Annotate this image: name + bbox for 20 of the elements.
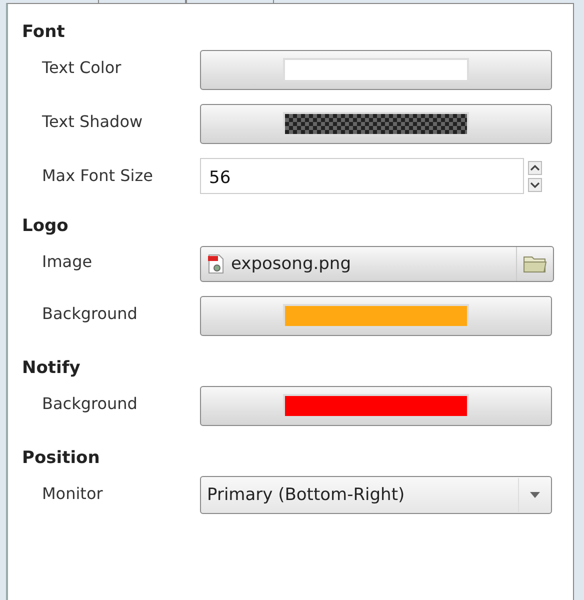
- color-button[interactable]: [200, 296, 552, 336]
- color-button[interactable]: [200, 386, 552, 426]
- image-file-icon: [207, 254, 225, 274]
- field-label: Background: [41, 303, 138, 323]
- field-label: Text Shadow: [41, 111, 144, 131]
- field-label: Image: [41, 251, 94, 271]
- field-label: Background: [41, 393, 138, 413]
- section-heading: Position: [22, 448, 101, 468]
- field-label: Monitor: [41, 483, 104, 503]
- folder-icon: [523, 254, 547, 274]
- number-field[interactable]: 56: [200, 158, 524, 194]
- section-heading: Font: [22, 22, 66, 42]
- field-label: Max Font Size: [41, 165, 154, 185]
- field-label: Text Color: [41, 57, 122, 77]
- monitor-dropdown[interactable]: Primary (Bottom-Right): [200, 476, 552, 514]
- section-heading: Logo: [22, 216, 70, 236]
- color-button[interactable]: [200, 50, 552, 90]
- dropdown-arrow-icon: [529, 491, 541, 499]
- color-button[interactable]: [200, 104, 552, 144]
- section-heading: Notify: [22, 358, 82, 378]
